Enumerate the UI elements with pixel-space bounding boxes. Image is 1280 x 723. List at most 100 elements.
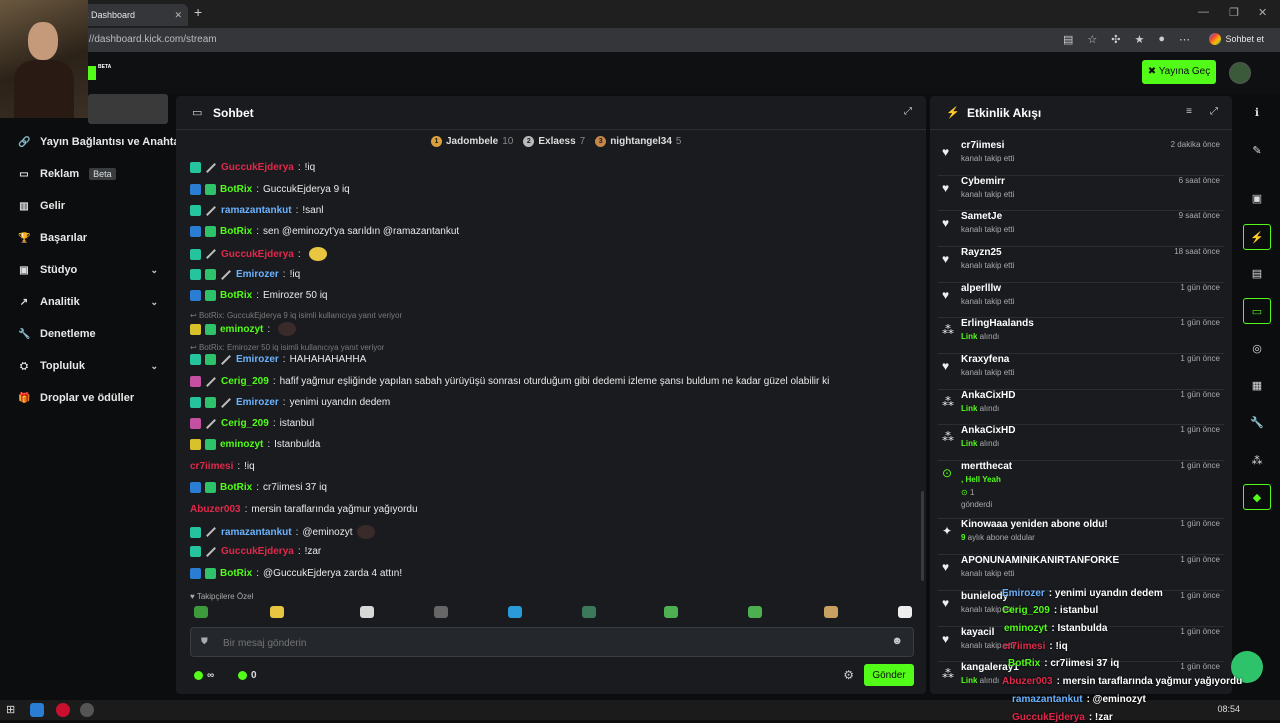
activity-event[interactable]: ♥ Kraxyfena 1 gün önce kanalı takip etti: [938, 354, 1224, 390]
opera-icon[interactable]: [56, 703, 70, 717]
more-icon[interactable]: ⋯: [1179, 33, 1190, 46]
chat-message[interactable]: cr7iimesi: !iq: [190, 461, 255, 472]
chat-username[interactable]: GuccukEjderya: [221, 546, 294, 557]
browser-tab[interactable]: k Dashboard ✕: [78, 4, 188, 26]
emote-icon[interactable]: [508, 606, 522, 618]
activity-event[interactable]: ⁂ AnkaCixHD 1 gün önce Link alındı: [938, 390, 1224, 425]
chat-username[interactable]: GuccukEjderya: [221, 249, 294, 260]
chat-icon[interactable]: ▭: [1243, 298, 1271, 324]
chat-username[interactable]: ramazantankut: [221, 205, 292, 216]
chat-username[interactable]: BotRix: [220, 184, 252, 195]
info-icon[interactable]: ℹ: [1243, 100, 1271, 126]
chat-message[interactable]: GuccukEjderya:: [190, 247, 327, 261]
chat-message[interactable]: Emirozer: HAHAHAHAHHA: [190, 354, 366, 365]
ticket-icon[interactable]: ◆: [1243, 484, 1271, 510]
avatar[interactable]: [1229, 62, 1251, 84]
chat-username[interactable]: GuccukEjderya: [221, 162, 294, 173]
chat-input-box[interactable]: ⛊ ☻: [190, 627, 914, 657]
emote-icon[interactable]: [898, 606, 912, 618]
obs-icon[interactable]: [80, 703, 94, 717]
filter-icon[interactable]: ≡: [1186, 106, 1192, 117]
chat-message[interactable]: BotRix: cr7iimesi 37 iq: [190, 482, 327, 493]
chat-input[interactable]: [223, 635, 863, 651]
emote-icon[interactable]: [664, 606, 678, 618]
expand-icon[interactable]: ⤢: [1210, 106, 1218, 117]
sidebar-item[interactable]: 🏆 Başarılar: [18, 228, 168, 248]
favorites-icon[interactable]: ★: [1134, 33, 1144, 46]
new-tab-button[interactable]: +: [194, 4, 202, 20]
windows-start-icon[interactable]: ⊞: [6, 703, 20, 717]
emote-icon[interactable]: [194, 606, 208, 618]
activity-event[interactable]: ♥ alperlllw 1 gün önce kanalı takip etti: [938, 283, 1224, 318]
url-text[interactable]: ://dashboard.kick.com/stream: [86, 34, 217, 45]
copilot-button[interactable]: Sohbet et: [1209, 33, 1264, 45]
emote-icon[interactable]: [270, 606, 284, 618]
lightning-icon[interactable]: ⚡: [1243, 224, 1271, 250]
chat-username[interactable]: Emirozer: [236, 354, 279, 365]
sidebar-item[interactable]: ▥ Gelir: [18, 196, 168, 216]
chat-username[interactable]: BotRix: [220, 482, 252, 493]
chat-username[interactable]: BotRix: [220, 226, 252, 237]
activity-event[interactable]: ⁂ ErlingHaalands 1 gün önce Link alındı: [938, 318, 1224, 354]
sidebar-item[interactable]: 🔧 Denetleme: [18, 324, 168, 344]
window-close-icon[interactable]: ✕: [1258, 6, 1267, 19]
chat-username[interactable]: eminozyt: [220, 439, 263, 450]
chat-message[interactable]: Abuzer003: mersin taraflarında yağmur ya…: [190, 504, 418, 515]
emote-icon[interactable]: [582, 606, 596, 618]
chat-message[interactable]: ramazantankut: !sanl: [190, 205, 323, 216]
sidebar-item[interactable]: ↗ Analitik ⌄: [18, 292, 168, 312]
kicks-stat[interactable]: 0: [238, 670, 257, 681]
chevron-down-icon[interactable]: ⌄: [150, 297, 158, 308]
calendar-icon[interactable]: ▦: [1243, 373, 1271, 399]
chat-message[interactable]: eminozyt:: [190, 322, 297, 336]
emote-icon[interactable]: [824, 606, 838, 618]
chat-message[interactable]: BotRix: @GuccukEjderya zarda 4 attın!: [190, 568, 402, 579]
chat-username[interactable]: Cerig_209: [221, 418, 269, 429]
gear-icon[interactable]: ⚙: [843, 668, 854, 682]
chat-message[interactable]: ramazantankut: @eminozyt: [190, 525, 375, 539]
activity-event[interactable]: ♥ Rayzn25 18 saat önce kanalı takip etti: [938, 247, 1224, 283]
leaderboard-entry[interactable]: 3 nightangel34 5: [595, 136, 681, 147]
drops-icon[interactable]: ⁂: [1243, 448, 1271, 474]
emote-icon[interactable]: [360, 606, 374, 618]
sidebar-selected-item[interactable]: [88, 94, 168, 124]
activity-event[interactable]: ♥ Cybemirr 6 saat önce kanalı takip etti: [938, 176, 1224, 211]
chat-message[interactable]: Emirozer: !iq: [190, 269, 300, 280]
chat-username[interactable]: BotRix: [220, 290, 252, 301]
wrench-icon[interactable]: 🔧: [1243, 410, 1271, 436]
activity-event[interactable]: ♥ SametJe 9 saat önce kanalı takip etti: [938, 211, 1224, 247]
chat-username[interactable]: Abuzer003: [190, 504, 241, 515]
chat-message[interactable]: BotRix: sen @eminozyt'ya sarıldın @ramaz…: [190, 226, 459, 237]
go-live-button[interactable]: ✖ Yayına Geç: [1142, 60, 1216, 84]
account-icon[interactable]: ●: [1158, 33, 1165, 46]
bookmark-star-icon[interactable]: ☆: [1087, 33, 1097, 46]
chat-username[interactable]: Emirozer: [236, 397, 279, 408]
edit-icon[interactable]: ✎: [1243, 138, 1271, 164]
chat-message[interactable]: GuccukEjderya: !iq: [190, 162, 315, 173]
close-icon[interactable]: ✕: [174, 4, 182, 26]
chat-scrollbar[interactable]: [921, 491, 924, 581]
activity-event[interactable]: ⁂ AnkaCixHD 1 gün önce Link alındı: [938, 425, 1224, 461]
chat-username[interactable]: BotRix: [220, 568, 252, 579]
activity-event[interactable]: ♥ cr7iimesi 2 dakika önce kanalı takip etti: [938, 140, 1224, 176]
sidebar-item[interactable]: 🔗 Yayın Bağlantısı ve Anahtarı: [18, 132, 187, 152]
sidebar-item[interactable]: ⛭ Topluluk ⌄: [18, 356, 168, 376]
leaderboard-entry[interactable]: 2 Exlaess 7: [523, 136, 585, 147]
chat-message[interactable]: Emirozer: yenimi uyandın dedem: [190, 397, 390, 408]
minimize-icon[interactable]: —: [1198, 6, 1209, 18]
leaderboard-entry[interactable]: 1 Jadombele 10: [431, 136, 513, 147]
chat-message[interactable]: BotRix: GuccukEjderya 9 iq: [190, 184, 350, 195]
sidebar-item[interactable]: ▭ Reklam Beta: [18, 164, 168, 184]
reader-icon[interactable]: ▤: [1063, 33, 1073, 46]
emote-icon[interactable]: [748, 606, 762, 618]
activity-event[interactable]: ⊙ mertthecat 1 gün önce , Hell Yeah ⊙ 1 gönde…: [938, 461, 1224, 519]
chat-message[interactable]: Cerig_209: istanbul: [190, 418, 314, 429]
chat-username[interactable]: ramazantankut: [221, 527, 292, 538]
emote-icon[interactable]: [434, 606, 448, 618]
video-icon[interactable]: ▣: [1243, 186, 1271, 212]
chevron-down-icon[interactable]: ⌄: [150, 361, 158, 372]
chat-username[interactable]: Cerig_209: [221, 376, 269, 387]
sidebar-item[interactable]: ▣ Stüdyo ⌄: [18, 260, 168, 280]
drops-stat[interactable]: ∞: [194, 670, 214, 681]
chat-username[interactable]: eminozyt: [220, 324, 263, 335]
